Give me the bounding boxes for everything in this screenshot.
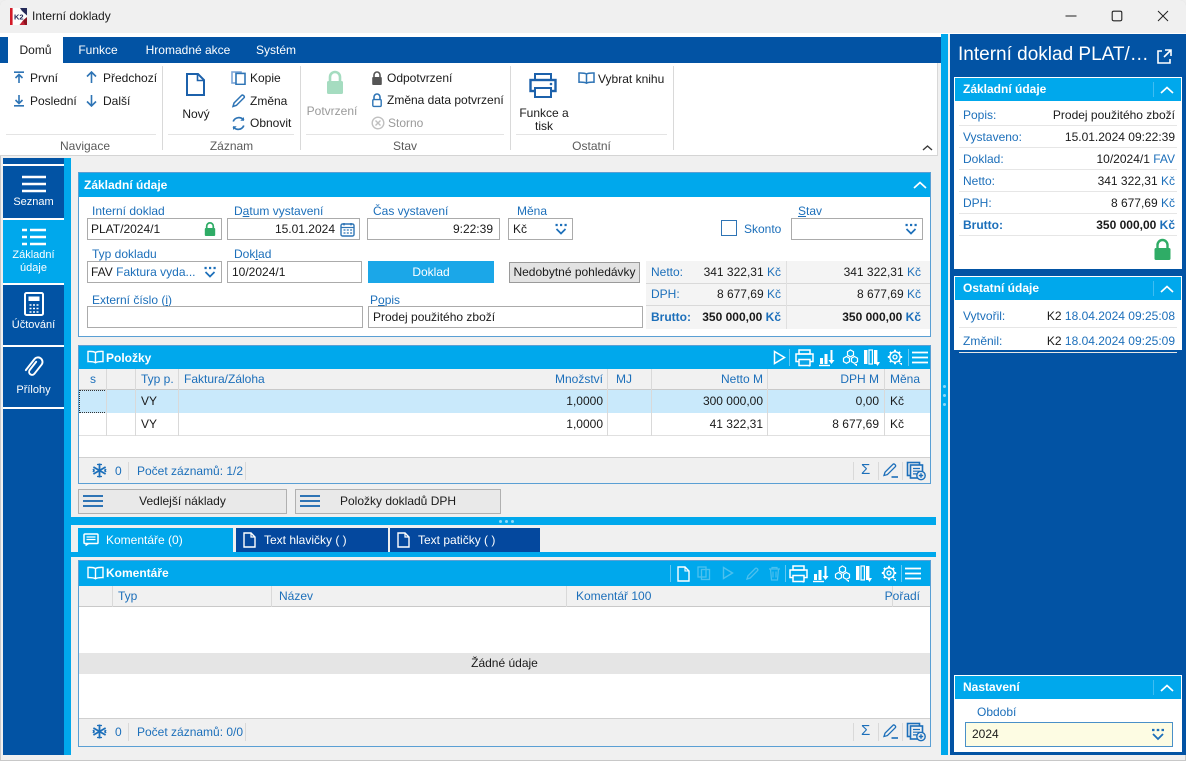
- svg-text:K2: K2: [14, 13, 24, 22]
